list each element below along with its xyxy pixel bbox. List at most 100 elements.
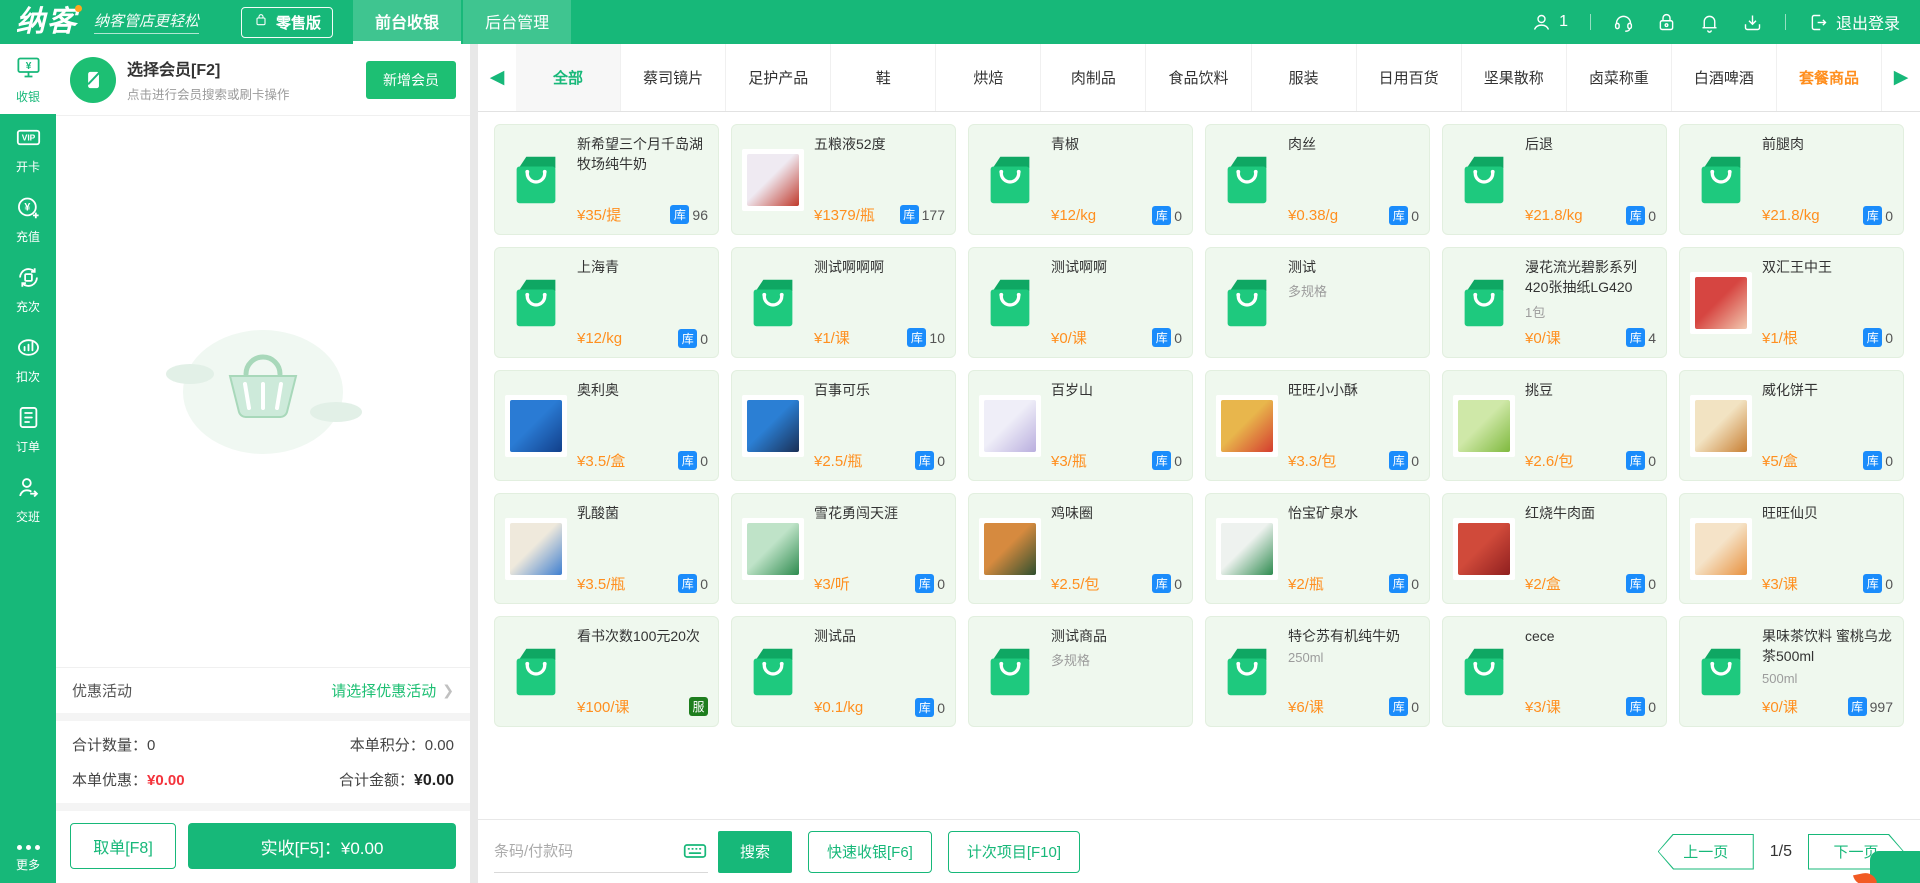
category-scroll-left[interactable]: ◀	[478, 44, 516, 111]
sidebar-item-recharge-times[interactable]: 充次	[0, 254, 56, 324]
category-tab-11[interactable]: 白酒啤酒	[1672, 44, 1777, 111]
hold-order-button[interactable]: 取单[F8]	[70, 823, 176, 869]
product-card-26[interactable]: 测试商品多规格	[968, 616, 1193, 727]
product-card-16[interactable]: 挑豆¥2.6/包库0	[1442, 370, 1667, 481]
product-card-20[interactable]: 鸡味圈¥2.5/包库0	[968, 493, 1193, 604]
product-card-17[interactable]: 威化饼干¥5/盒库0	[1679, 370, 1904, 481]
product-card-9[interactable]: 测试多规格	[1205, 247, 1430, 358]
product-card-28[interactable]: cece¥3/课库0	[1442, 616, 1667, 727]
user-count[interactable]: 1	[1531, 12, 1568, 33]
floating-assistant-widget[interactable]	[1870, 851, 1920, 883]
promo-select-link[interactable]: 请选择优惠活动❯	[331, 680, 454, 701]
product-card-18[interactable]: 乳酸菌¥3.5/瓶库0	[494, 493, 719, 604]
content: ¥收银VIP开卡¥充值充次扣次订单交班更多 选择会员[F2] 点击进行会员搜索或…	[0, 44, 1920, 883]
download-icon	[1742, 12, 1763, 33]
empty-basket-illustration	[148, 312, 378, 472]
product-stock: 库96	[670, 205, 708, 224]
product-stock: 库0	[1152, 206, 1182, 225]
stock-badge: 库	[1863, 328, 1882, 347]
product-card-3[interactable]: 肉丝¥0.38/g库0	[1205, 124, 1430, 235]
product-card-7[interactable]: 测试啊啊啊¥1/课库10	[731, 247, 956, 358]
stock-badge: 库	[1848, 697, 1867, 716]
sidebar-more-button[interactable]: 更多	[0, 837, 56, 883]
stock-badge: 库	[678, 329, 697, 348]
stock-badge: 库	[1863, 206, 1882, 225]
product-card-10[interactable]: 漫花流光碧影系列420张抽纸LG4201包¥0/课库4	[1442, 247, 1667, 358]
product-card-0[interactable]: 新希望三个月千岛湖牧场纯牛奶¥35/提库96	[494, 124, 719, 235]
stock-badge: 库	[1389, 697, 1408, 716]
category-tab-7[interactable]: 服装	[1252, 44, 1357, 111]
product-card-29[interactable]: 果味茶饮料 蜜桃乌龙茶500ml500ml¥0/课库997	[1679, 616, 1904, 727]
checkout-button[interactable]: 实收[F5]：¥0.00	[188, 823, 456, 869]
add-member-button[interactable]: 新增会员	[366, 61, 456, 99]
sidebar-item-orders[interactable]: 订单	[0, 394, 56, 464]
green-bag-icon	[1216, 641, 1278, 703]
category-tab-2[interactable]: 足护产品	[726, 44, 831, 111]
category-tab-8[interactable]: 日用百货	[1357, 44, 1462, 111]
product-stock: 库0	[1863, 574, 1893, 593]
sidebar-item-recharge[interactable]: ¥充值	[0, 184, 56, 254]
category-tab-3[interactable]: 鞋	[831, 44, 936, 111]
product-card-11[interactable]: 双汇王中王¥1/根库0	[1679, 247, 1904, 358]
category-tab-1[interactable]: 蔡司镜片	[621, 44, 726, 111]
product-card-25[interactable]: 测试品¥0.1/kg库0	[731, 616, 956, 727]
product-card-4[interactable]: 后退¥21.8/kg库0	[1442, 124, 1667, 235]
prev-page-button[interactable]: 上一页	[1658, 834, 1754, 870]
barcode-input[interactable]	[494, 843, 682, 860]
product-info: 威化饼干¥5/盒库0	[1762, 380, 1893, 471]
category-tab-4[interactable]: 烘焙	[936, 44, 1041, 111]
product-info: 测试啊啊啊¥1/课库10	[814, 257, 945, 348]
sidebar-item-cashier[interactable]: ¥收银	[0, 44, 56, 114]
quick-cashier-button[interactable]: 快速收银[F6]	[808, 831, 932, 873]
product-price: ¥0.1/kg	[814, 699, 863, 716]
product-card-24[interactable]: 看书次数100元20次¥100/课服	[494, 616, 719, 727]
topbar: 纳客 纳客管店更轻松 零售版 前台收银 后台管理 1 退出登录	[0, 0, 1920, 44]
category-tab-12[interactable]: 套餐商品	[1777, 44, 1882, 111]
member-select-header[interactable]: 选择会员[F2] 点击进行会员搜索或刷卡操作 新增会员	[56, 44, 470, 116]
logout-button[interactable]: 退出登录	[1808, 10, 1900, 34]
keyboard-icon[interactable]	[682, 838, 708, 864]
product-card-14[interactable]: 百岁山¥3/瓶库0	[968, 370, 1193, 481]
product-card-22[interactable]: 红烧牛肉面¥2/盒库0	[1442, 493, 1667, 604]
sidebar-item-shift[interactable]: 交班	[0, 464, 56, 534]
count-item-button[interactable]: 计次项目[F10]	[948, 831, 1080, 873]
product-card-8[interactable]: 测试啊啊¥0/课库0	[968, 247, 1193, 358]
product-price: ¥3.5/盒	[577, 450, 625, 471]
product-card-27[interactable]: 特仑苏有机纯牛奶250ml¥6/课库0	[1205, 616, 1430, 727]
sidebar-item-deduct-times[interactable]: 扣次	[0, 324, 56, 394]
product-card-1[interactable]: 五粮液52度¥1379/瓶库177	[731, 124, 956, 235]
category-scroll-right[interactable]: ▶	[1882, 44, 1920, 111]
product-price: ¥6/课	[1288, 696, 1324, 717]
product-name: 上海青	[577, 257, 708, 277]
product-card-2[interactable]: 青椒¥12/kg库0	[968, 124, 1193, 235]
stock-count: 0	[937, 700, 945, 716]
product-card-21[interactable]: 怡宝矿泉水¥2/瓶库0	[1205, 493, 1430, 604]
category-tab-0[interactable]: 全部	[516, 44, 621, 111]
logout-icon	[1808, 12, 1829, 33]
product-card-15[interactable]: 旺旺小小酥¥3.3/包库0	[1205, 370, 1430, 481]
chevron-right-icon: ❯	[442, 682, 454, 699]
support-button[interactable]	[1613, 12, 1634, 33]
category-tab-10[interactable]: 卤菜称重	[1567, 44, 1672, 111]
product-photo	[1690, 395, 1752, 457]
product-card-23[interactable]: 旺旺仙贝¥3/课库0	[1679, 493, 1904, 604]
stock-count: 0	[1648, 576, 1656, 592]
search-button[interactable]: 搜索	[718, 831, 792, 873]
category-tab-9[interactable]: 坚果散称	[1462, 44, 1567, 111]
product-card-6[interactable]: 上海青¥12/kg库0	[494, 247, 719, 358]
product-price: ¥3/听	[814, 573, 850, 594]
product-card-19[interactable]: 雪花勇闯天涯¥3/听库0	[731, 493, 956, 604]
ellipsis-icon	[17, 845, 40, 850]
notifications-button[interactable]	[1699, 12, 1720, 33]
tab-front-cashier[interactable]: 前台收银	[353, 0, 461, 44]
download-button[interactable]	[1742, 12, 1763, 33]
tab-backend-admin[interactable]: 后台管理	[463, 0, 571, 44]
product-card-13[interactable]: 百事可乐¥2.5/瓶库0	[731, 370, 956, 481]
category-tab-6[interactable]: 食品饮料	[1146, 44, 1251, 111]
lock-button[interactable]	[1656, 12, 1677, 33]
product-card-12[interactable]: 奥利奥¥3.5/盒库0	[494, 370, 719, 481]
product-card-5[interactable]: 前腿肉¥21.8/kg库0	[1679, 124, 1904, 235]
sidebar-item-open-card[interactable]: VIP开卡	[0, 114, 56, 184]
stock-count: 0	[1174, 208, 1182, 224]
category-tab-5[interactable]: 肉制品	[1041, 44, 1146, 111]
